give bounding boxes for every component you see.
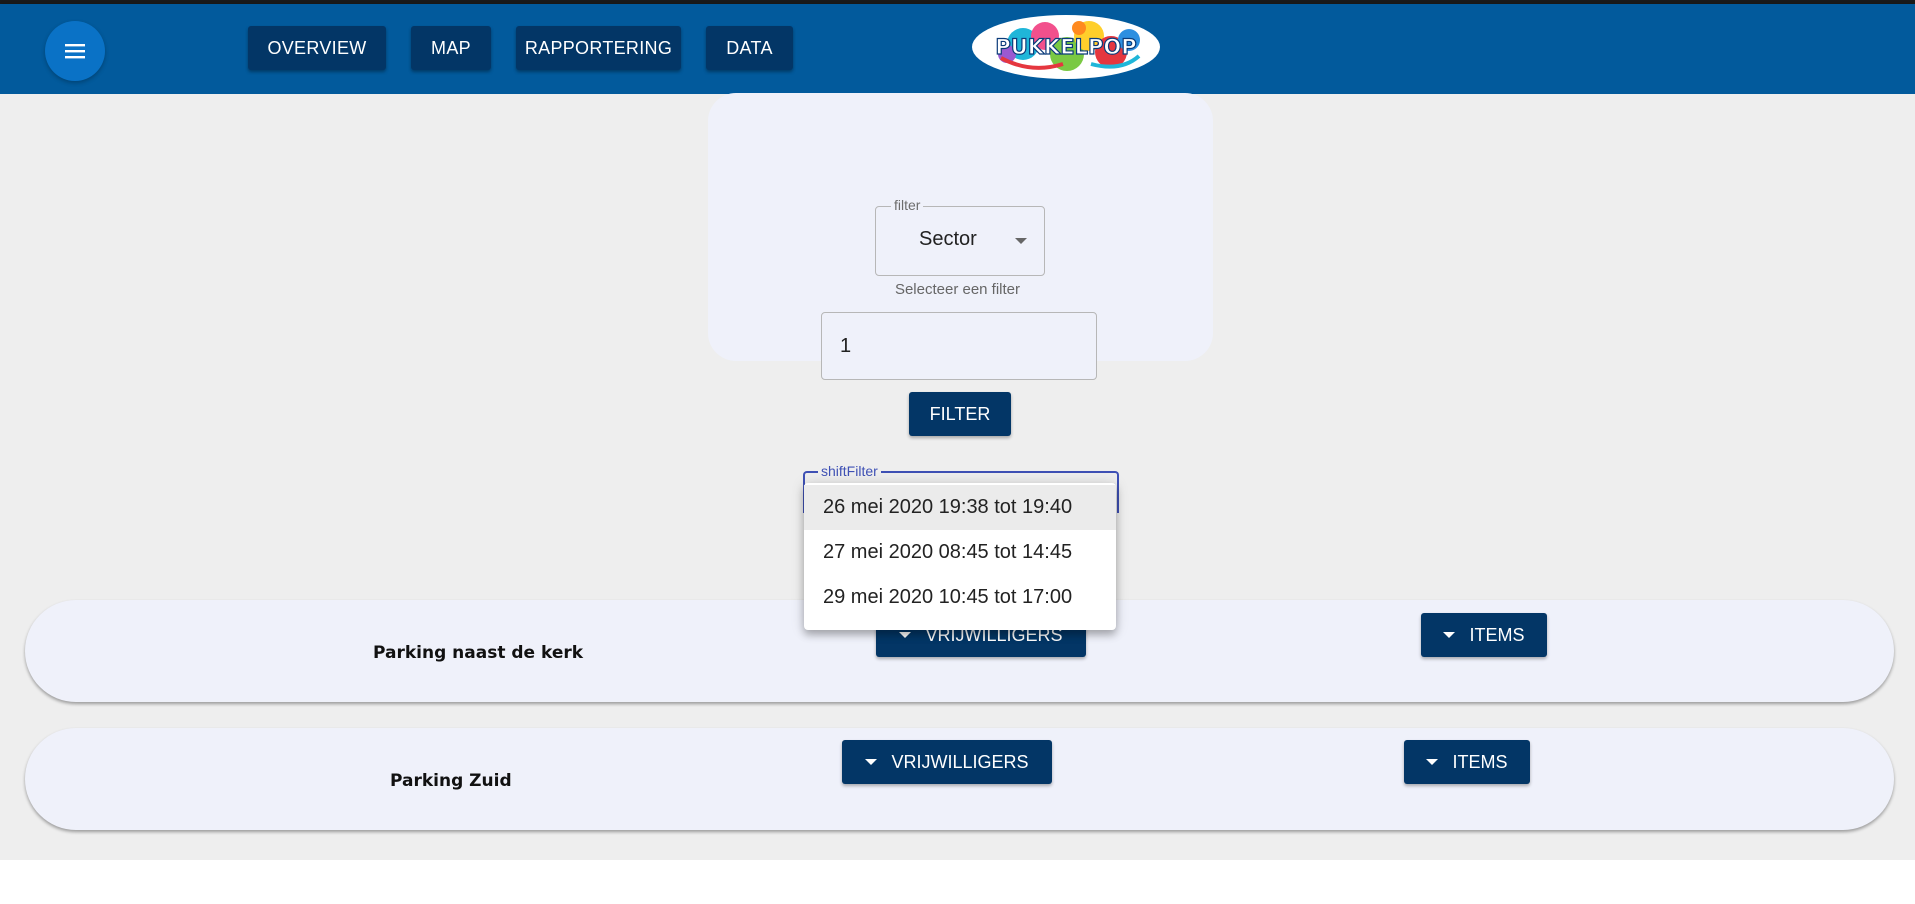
- items-dropdown-button[interactable]: ITEMS: [1421, 613, 1547, 657]
- pukkelpop-logo[interactable]: PUKKELPOP: [971, 14, 1161, 80]
- shift-option[interactable]: 27 mei 2020 08:45 tot 14:45: [804, 530, 1116, 575]
- chevron-down-icon: [1015, 238, 1027, 244]
- location-name: Parking Zuid: [390, 771, 512, 791]
- svg-text:PUKKELPOP: PUKKELPOP: [995, 35, 1136, 59]
- filter-helper-text: Selecteer een filter: [894, 281, 1021, 298]
- nav-rapportering-button[interactable]: RAPPORTERING: [516, 26, 681, 70]
- nav-overview-button[interactable]: OVERVIEW: [248, 26, 386, 70]
- caret-down-icon: [1426, 759, 1439, 765]
- caret-down-icon: [865, 759, 878, 765]
- nav-data-button[interactable]: DATA: [706, 26, 793, 70]
- nav-map-button[interactable]: MAP: [411, 26, 491, 70]
- filter-select-value: Sector: [919, 228, 977, 250]
- filter-button[interactable]: FILTER: [909, 392, 1011, 436]
- filter-select-label: filter: [891, 197, 924, 213]
- volunteers-dropdown-button[interactable]: VRIJWILLIGERS: [842, 740, 1052, 784]
- shift-filter-label: shiftFilter: [818, 463, 881, 479]
- shift-option[interactable]: 26 mei 2020 19:38 tot 19:40: [804, 485, 1116, 530]
- filter-value-input[interactable]: 1: [821, 312, 1097, 380]
- items-dropdown-button[interactable]: ITEMS: [1404, 740, 1530, 784]
- caret-down-icon: [899, 632, 912, 638]
- volunteers-button-label: VRIJWILLIGERS: [891, 751, 1029, 772]
- location-name: Parking naast de kerk: [373, 643, 584, 663]
- app-bar: OVERVIEW MAP RAPPORTERING DATA PUKKELPOP: [0, 4, 1915, 94]
- items-button-label: ITEMS: [1452, 751, 1508, 772]
- shift-option[interactable]: 29 mei 2020 10:45 tot 17:00: [804, 575, 1116, 620]
- menu-button[interactable]: [45, 21, 105, 81]
- items-button-label: ITEMS: [1469, 624, 1525, 645]
- caret-down-icon: [1443, 632, 1456, 638]
- hamburger-menu-icon: [65, 44, 85, 59]
- shift-filter-dropdown-menu: 26 mei 2020 19:38 tot 19:40 27 mei 2020 …: [804, 483, 1116, 630]
